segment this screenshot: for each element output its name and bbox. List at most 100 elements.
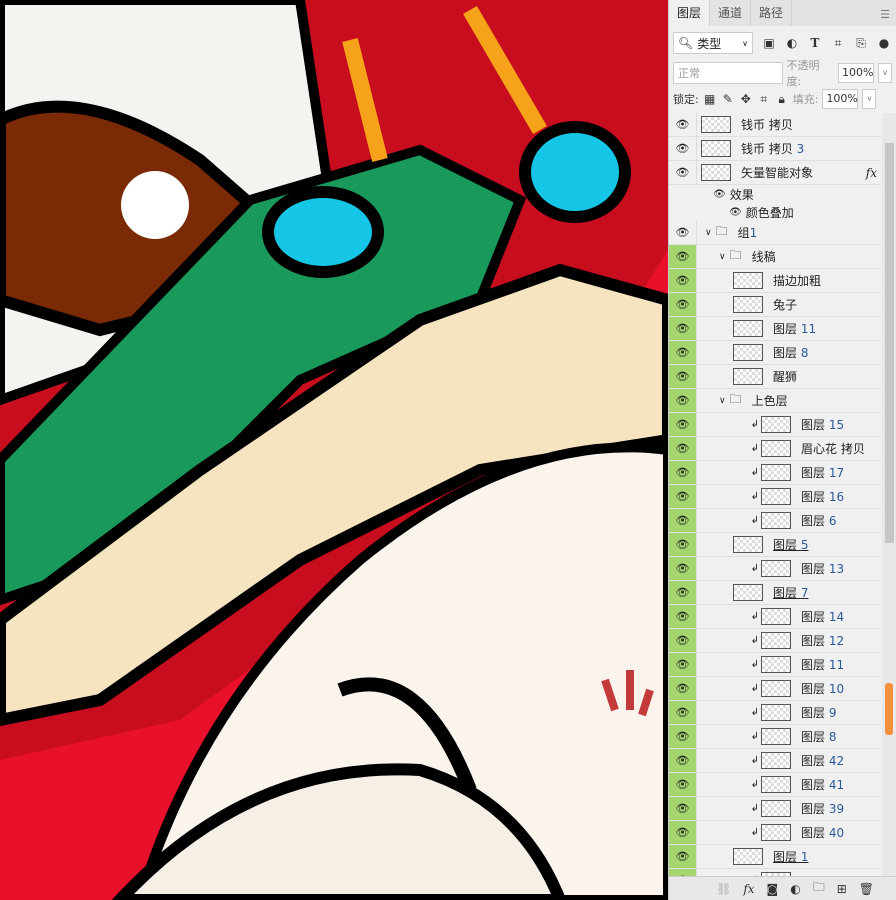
visibility-eye-icon[interactable]: 👁︎ [669,869,697,876]
tab-paths[interactable]: 路径 [751,0,793,26]
visibility-eye-icon[interactable]: 👁︎ [669,749,697,772]
layer-name[interactable]: 图层 16 [801,488,844,505]
visibility-eye-icon[interactable]: 👁︎ [669,701,697,724]
visibility-eye-icon[interactable]: 👁︎ [669,509,697,532]
layer-row[interactable]: 👁︎ ↲ 眉心花 拷贝 [669,437,881,461]
visibility-eye-icon[interactable]: 👁︎ [669,653,697,676]
layer-row[interactable]: 👁︎ ↲ 图层 10 [669,677,881,701]
visibility-eye-icon[interactable]: 👁︎ [669,317,697,340]
lock-all-icon[interactable]: 🔒︎ [775,92,789,107]
layer-name[interactable]: 图层 10 [801,680,844,697]
visibility-eye-icon[interactable]: 👁︎ [669,161,697,184]
visibility-eye-icon[interactable]: 👁︎ [669,245,697,268]
visibility-eye-icon[interactable]: 👁︎ [669,581,697,604]
visibility-eye-icon[interactable]: 👁︎ [669,845,697,868]
fx-icon[interactable]: fx [743,882,754,896]
layer-group[interactable]: 👁︎ ∨ 🗀 上色层 [669,389,881,413]
adjustment-icon[interactable]: ◐ [790,882,800,896]
layer-name[interactable]: 图层 17 [801,464,844,481]
visibility-eye-icon[interactable]: 👁︎ [669,485,697,508]
layer-group[interactable]: 👁︎ ∨ 🗀 线稿 [669,245,881,269]
layer-name[interactable]: 图层 14 [801,608,844,625]
visibility-eye-icon[interactable]: 👁︎ [669,221,697,244]
visibility-eye-icon[interactable]: 👁︎ [669,365,697,388]
tab-layers[interactable]: 图层 [669,0,711,26]
lock-brush-icon[interactable]: ✎ [721,92,735,106]
layer-name[interactable]: 矢量智能对象 [741,164,813,181]
layer-name[interactable]: 图层 1 [773,848,808,865]
layer-row[interactable]: 👁︎ 矢量智能对象 fx [669,161,881,185]
visibility-eye-icon[interactable]: 👁︎ [669,629,697,652]
layer-name[interactable]: 图层 39 [801,800,844,817]
layer-row[interactable]: 👁︎ ↲ 图层 15 [669,413,881,437]
visibility-eye-icon[interactable]: 👁︎ [669,293,697,316]
lock-move-icon[interactable]: ✥ [739,92,753,106]
image-filter-icon[interactable]: ▣ [762,36,776,50]
visibility-eye-icon[interactable]: 👁︎ [669,137,697,160]
layer-row[interactable]: 👁︎ ↲ 图层 11 [669,653,881,677]
layer-row[interactable]: 👁︎ ↲ 图层 41 [669,773,881,797]
layer-name[interactable]: 钱币 拷贝 [741,116,793,133]
layer-row[interactable]: 👁︎ 兔子 [669,293,881,317]
eye-icon[interactable]: 👁︎ [713,189,726,200]
opacity-dropdown[interactable]: ∨ [878,63,892,83]
layer-row[interactable]: 👁︎ 图层 1 [669,845,881,869]
layer-row[interactable]: 👁︎ ↲ 图层 9 [669,701,881,725]
layer-row[interactable]: 👁︎ ↲ 图层 6 [669,509,881,533]
mask-icon[interactable]: ◙ [767,882,779,896]
layer-name[interactable]: 图层 42 [801,752,844,769]
tab-channels[interactable]: 通道 [710,0,752,26]
layer-name[interactable]: 图层 11 [801,656,844,673]
filter-type-select[interactable]: 🔍︎ 类型 ∨ [673,32,753,54]
visibility-eye-icon[interactable]: 👁︎ [669,797,697,820]
lock-transparent-icon[interactable]: ▦ [703,92,717,106]
text-filter-icon[interactable]: T [808,36,822,50]
layer-name[interactable]: 图层 11 [773,320,816,337]
layer-name[interactable]: 图层 12 [801,632,844,649]
filter-toggle[interactable]: ● [877,36,891,50]
panel-menu-icon[interactable]: ☰ [880,8,890,21]
layer-name[interactable]: 眉心花 拷贝 [801,440,865,457]
layer-row[interactable]: 👁︎ 钱币 拷贝 3 [669,137,881,161]
layer-row[interactable]: 👁︎ 效果 [669,185,881,203]
visibility-eye-icon[interactable]: 👁︎ [669,389,697,412]
layer-name[interactable]: 图层 5 [773,536,808,553]
layer-scrollbar[interactable] [882,113,896,876]
layer-row[interactable]: 👁︎ 图层 5 [669,533,881,557]
visibility-eye-icon[interactable]: 👁︎ [669,557,697,580]
layer-row[interactable]: 👁︎ ↲ 图层 39 [669,797,881,821]
fill-dropdown[interactable]: ∨ [862,89,877,109]
layer-row[interactable]: 👁︎ ↲ 图层 40 [669,821,881,845]
layer-name[interactable]: 醒狮 [773,368,797,385]
chevron-down-icon[interactable]: ∨ [705,228,712,238]
visibility-eye-icon[interactable]: 👁︎ [669,269,697,292]
lock-artboard-icon[interactable]: ⌗ [757,92,771,107]
visibility-eye-icon[interactable]: 👁︎ [669,113,697,136]
fill-input[interactable]: 100% [822,89,859,109]
layer-name[interactable]: 图层 13 [801,560,844,577]
layer-row[interactable]: 👁︎ ↲ 图层 17 [669,461,881,485]
chevron-down-icon[interactable]: ∨ [719,396,726,406]
visibility-eye-icon[interactable]: 👁︎ [669,437,697,460]
trash-icon[interactable]: 🗑︎ [859,882,874,896]
layer-name[interactable]: 图层 7 [773,584,808,601]
visibility-eye-icon[interactable]: 👁︎ [669,821,697,844]
chevron-down-icon[interactable]: ∨ [719,252,726,262]
new-layer-icon[interactable]: ⊞ [837,882,847,896]
layer-row[interactable]: 👁︎↲ [669,869,881,876]
layer-name[interactable]: 图层 15 [801,416,844,433]
layer-row[interactable]: 👁︎ 钱币 拷贝 [669,113,881,137]
layer-row[interactable]: 👁︎ 描边加粗 [669,269,881,293]
layer-row[interactable]: 👁︎ 图层 11 [669,317,881,341]
visibility-eye-icon[interactable]: 👁︎ [669,413,697,436]
layer-row[interactable]: 👁︎ ↲ 图层 16 [669,485,881,509]
link-icon[interactable]: ⛓ [716,882,731,896]
layer-name[interactable]: 描边加粗 [773,272,821,289]
layer-name[interactable]: 钱币 拷贝 3 [741,140,804,157]
shape-filter-icon[interactable]: ⌗ [831,36,845,51]
layer-row[interactable]: 👁︎ 醒狮 [669,365,881,389]
opacity-input[interactable]: 100% [838,63,875,83]
fx-badge-icon[interactable]: fx [866,166,877,180]
visibility-eye-icon[interactable]: 👁︎ [669,605,697,628]
layer-row[interactable]: 👁︎ ↲ 图层 42 [669,749,881,773]
